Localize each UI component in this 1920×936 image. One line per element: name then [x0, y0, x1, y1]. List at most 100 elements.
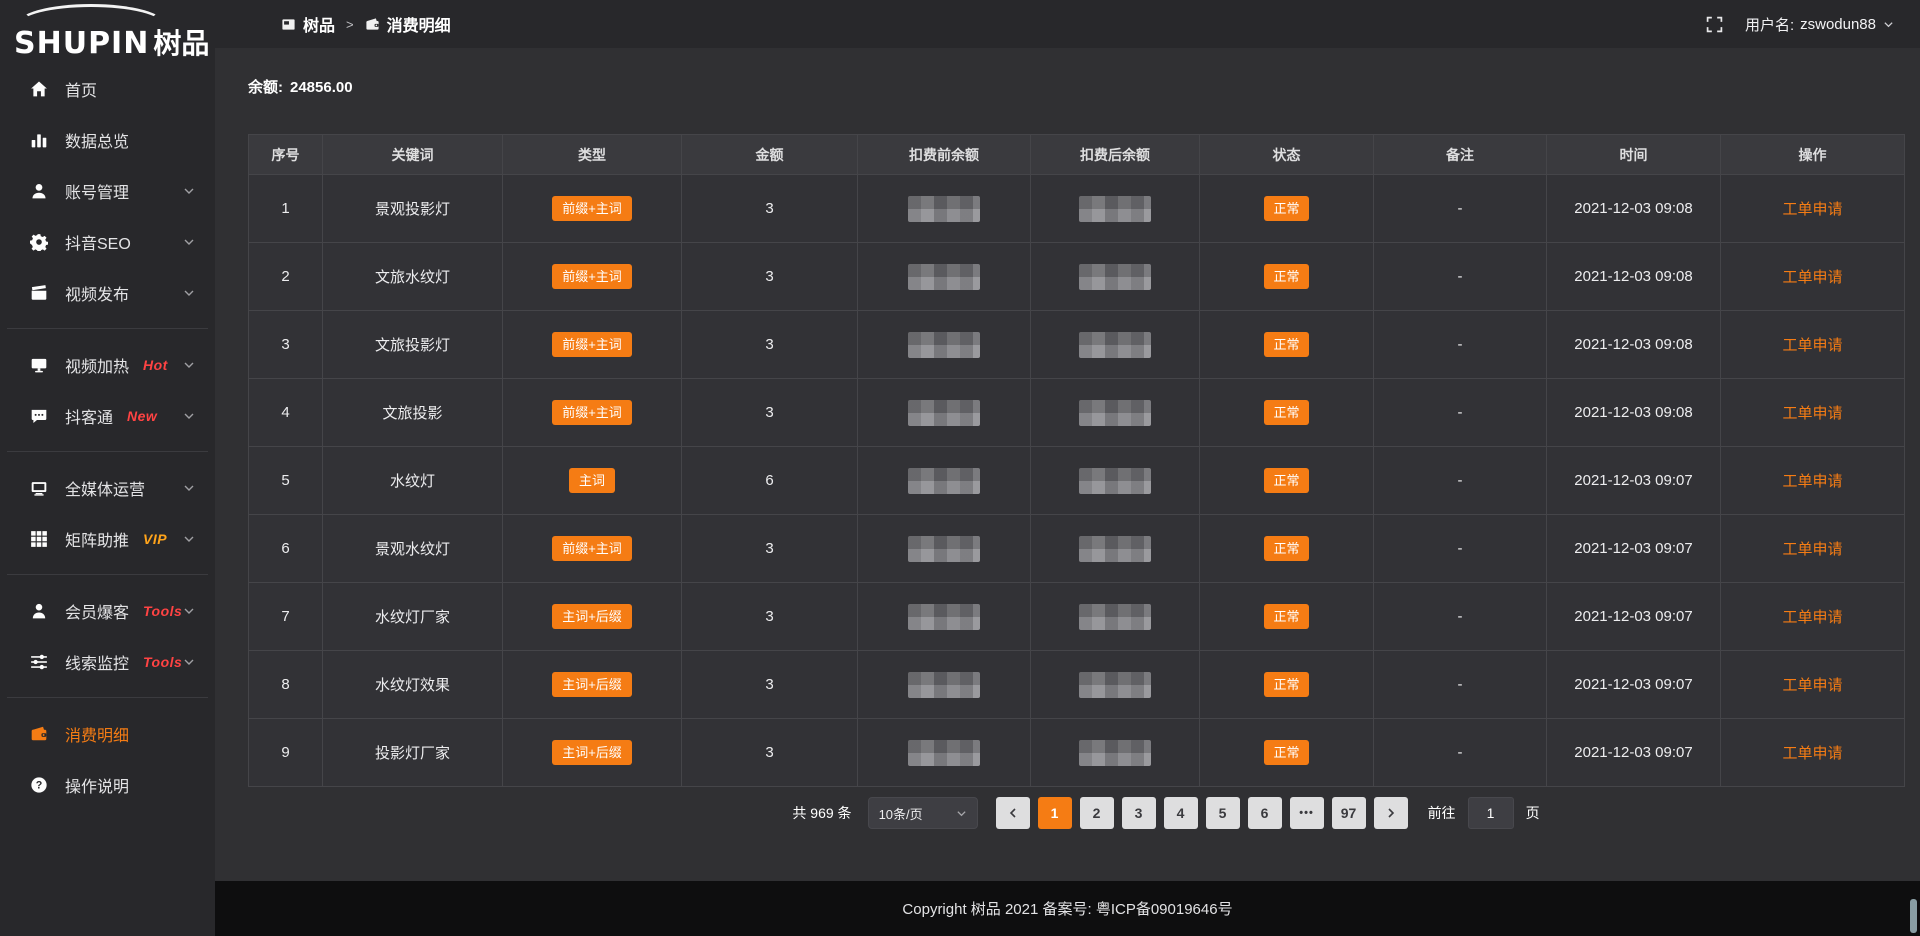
user-icon [30, 182, 48, 200]
censored-balance-after [1079, 536, 1151, 562]
page-button-2[interactable]: 2 [1080, 797, 1114, 829]
scrollbar-thumb[interactable] [1910, 899, 1917, 933]
type-badge: 主词+后缀 [552, 740, 632, 765]
ticket-request-link[interactable]: 工单申请 [1782, 609, 1842, 626]
next-page-button[interactable] [1374, 797, 1408, 829]
sidebar-item-label: 数据总览 [65, 128, 129, 152]
sidebar-item-member-burst[interactable]: 会员爆客Tools [0, 585, 215, 636]
cell-index: 1 [249, 175, 323, 243]
cell-note: - [1374, 447, 1547, 515]
breadcrumb-item[interactable]: 树品 [281, 12, 335, 36]
chevron-down-icon [183, 482, 195, 494]
column-header: 备注 [1374, 135, 1547, 175]
breadcrumb-item[interactable]: 消费明细 [365, 12, 451, 36]
cell-amount: 3 [682, 311, 858, 379]
column-header: 关键词 [323, 135, 503, 175]
ticket-request-link[interactable]: 工单申请 [1782, 201, 1842, 218]
prev-page-button[interactable] [996, 797, 1030, 829]
sidebar-divider [7, 697, 208, 698]
table-row: 3文旅投影灯前缀+主词3正常-2021-12-03 09:08工单申请 [249, 311, 1905, 379]
page-button-5[interactable]: 5 [1206, 797, 1240, 829]
cell-balance-before [858, 311, 1031, 379]
type-badge: 主词 [569, 468, 615, 493]
sidebar-item-media-operation[interactable]: 全媒体运营 [0, 462, 215, 513]
cell-type: 前缀+主词 [503, 243, 682, 311]
ticket-request-link[interactable]: 工单申请 [1782, 677, 1842, 694]
cell-index: 8 [249, 651, 323, 719]
cell-action: 工单申请 [1721, 379, 1905, 447]
cell-note: - [1374, 583, 1547, 651]
chevron-down-icon[interactable] [1883, 19, 1894, 30]
type-badge: 前缀+主词 [552, 196, 632, 221]
ticket-request-link[interactable]: 工单申请 [1782, 473, 1842, 490]
cell-time: 2021-12-03 09:07 [1547, 447, 1721, 515]
page-button-1[interactable]: 1 [1038, 797, 1072, 829]
sidebar: SHUPIN树品 首页数据总览账号管理抖音SEO 视频发布视频加热Hot抖客通Ne… [0, 0, 215, 936]
column-header: 时间 [1547, 135, 1721, 175]
cell-status: 正常 [1200, 651, 1374, 719]
sidebar-item-label: 抖音SEO [65, 230, 131, 254]
bar-chart-icon [30, 131, 48, 149]
cell-balance-after [1031, 719, 1200, 787]
cell-type: 前缀+主词 [503, 379, 682, 447]
chevron-down-icon [183, 410, 195, 422]
censored-balance-after [1079, 740, 1151, 766]
page-button-4[interactable]: 4 [1164, 797, 1198, 829]
ticket-request-link[interactable]: 工单申请 [1782, 269, 1842, 286]
pagination: 共 969 条 10条/页 123456•••97 前往 页 [338, 797, 1920, 829]
sidebar-item-home[interactable]: 首页 [0, 63, 215, 114]
cell-keyword: 文旅投影灯 [323, 311, 503, 379]
sidebar-item-badge: VIP [143, 531, 167, 547]
sliders-icon [30, 653, 48, 671]
sidebar-item-data-overview[interactable]: 数据总览 [0, 114, 215, 165]
user-area: 用户名: zswodun88 [1706, 14, 1894, 35]
fullscreen-icon[interactable] [1706, 16, 1723, 33]
page-button-97[interactable]: 97 [1332, 797, 1366, 829]
sidebar-item-douketong[interactable]: 抖客通New [0, 390, 215, 441]
chevron-down-icon [183, 533, 195, 545]
breadcrumb-label: 树品 [303, 12, 335, 36]
sidebar-item-operation-guide[interactable]: ?操作说明 [0, 759, 215, 810]
logo[interactable]: SHUPIN树品 [0, 0, 215, 61]
censored-balance-after [1079, 604, 1151, 630]
goto-page-input[interactable] [1468, 797, 1514, 829]
cell-time: 2021-12-03 09:08 [1547, 243, 1721, 311]
ticket-request-link[interactable]: 工单申请 [1782, 745, 1842, 762]
sidebar-item-label: 线索监控 [65, 650, 129, 674]
sidebar-item-clue-monitor[interactable]: 线索监控Tools [0, 636, 215, 687]
sidebar-item-consumption-detail[interactable]: 消费明细 [0, 708, 215, 759]
table-row: 5水纹灯主词6正常-2021-12-03 09:07工单申请 [249, 447, 1905, 515]
censored-balance-before [908, 332, 980, 358]
sidebar-item-video-publish[interactable]: 视频发布 [0, 267, 215, 318]
cell-keyword: 水纹灯效果 [323, 651, 503, 719]
ticket-request-link[interactable]: 工单申请 [1782, 405, 1842, 422]
topbar: 树品>消费明细 用户名: zswodun88 [215, 0, 1920, 48]
chat-icon [30, 407, 48, 425]
sidebar-item-label: 会员爆客 [65, 599, 129, 623]
sidebar-item-video-heat[interactable]: 视频加热Hot [0, 339, 215, 390]
cell-type: 主词+后缀 [503, 719, 682, 787]
censored-balance-before [908, 740, 980, 766]
sidebar-item-douyin-seo[interactable]: 抖音SEO [0, 216, 215, 267]
cell-action: 工单申请 [1721, 651, 1905, 719]
ticket-request-link[interactable]: 工单申请 [1782, 337, 1842, 354]
cell-balance-before [858, 379, 1031, 447]
status-badge: 正常 [1264, 740, 1308, 765]
status-badge: 正常 [1264, 332, 1308, 357]
cell-note: - [1374, 243, 1547, 311]
more-pages-button[interactable]: ••• [1290, 797, 1324, 829]
svg-text:?: ? [36, 779, 43, 791]
page-button-6[interactable]: 6 [1248, 797, 1282, 829]
cell-balance-before [858, 175, 1031, 243]
page-size-select[interactable]: 10条/页 [868, 797, 978, 829]
status-badge: 正常 [1264, 468, 1308, 493]
person-icon [30, 602, 48, 620]
sidebar-item-matrix-boost[interactable]: 矩阵助推VIP [0, 513, 215, 564]
ticket-request-link[interactable]: 工单申请 [1782, 541, 1842, 558]
sidebar-item-account-management[interactable]: 账号管理 [0, 165, 215, 216]
username-value[interactable]: zswodun88 [1800, 16, 1876, 33]
cell-index: 2 [249, 243, 323, 311]
table-header-row: 序号关键词类型金额扣费前余额扣费后余额状态备注时间操作 [249, 135, 1905, 175]
breadcrumb-label: 消费明细 [387, 12, 451, 36]
page-button-3[interactable]: 3 [1122, 797, 1156, 829]
